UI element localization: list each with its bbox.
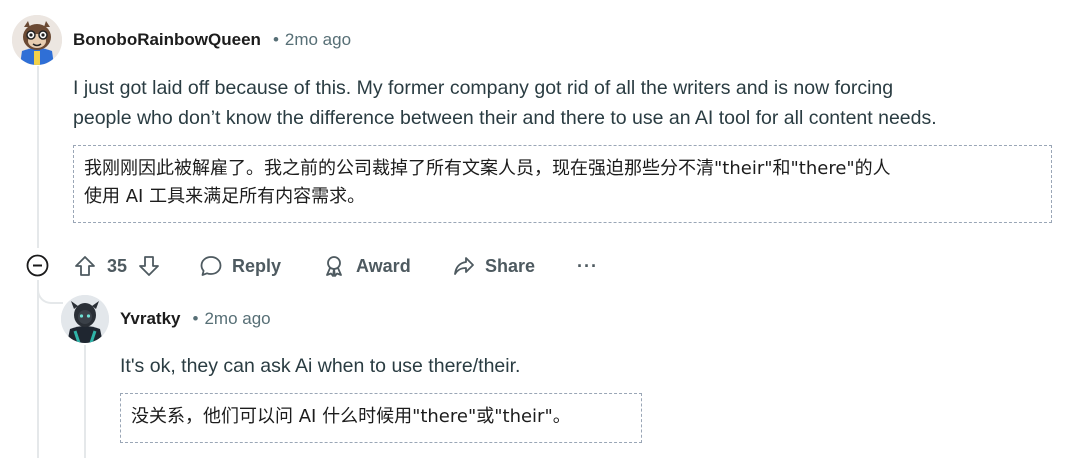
thread-line-lower (37, 280, 39, 458)
reply-avatar[interactable] (61, 295, 109, 343)
vote-controls: 35 (73, 253, 161, 279)
comment-translation-line1: 我刚刚因此被解雇了。我之前的公司裁掉了所有文案人员，现在强迫那些分不清"thei… (84, 158, 891, 179)
share-label: Share (485, 255, 536, 276)
reply-username[interactable]: Yvratky (120, 309, 181, 329)
reply-header: Yvratky • 2mo ago (120, 309, 271, 329)
reply-label: Reply (232, 255, 282, 276)
comment-header: BonoboRainbowQueen • 2mo ago (73, 30, 351, 50)
vote-count: 35 (107, 255, 128, 276)
comment-translation-line2: 使用 AI 工具来满足所有内容需求。 (84, 186, 366, 207)
share-arrow-icon (452, 254, 476, 278)
reply-button[interactable]: Reply (199, 253, 281, 279)
meta-separator: • (192, 309, 199, 328)
reply-timestamp[interactable]: 2mo ago (204, 309, 270, 329)
comment-translation: 我刚刚因此被解雇了。我之前的公司裁掉了所有文案人员，现在强迫那些分不清"thei… (73, 145, 1052, 223)
meta-separator: • (272, 30, 279, 49)
reply-translation-text: 没关系，他们可以问 AI 什么时候用"there"或"their"。 (131, 406, 571, 427)
avatar[interactable] (12, 15, 62, 65)
comment-timestamp[interactable]: 2mo ago (285, 30, 351, 50)
thread-connector (37, 280, 63, 304)
share-button[interactable]: Share (452, 253, 535, 279)
comment-body: I just got laid off because of this. My … (73, 73, 1063, 133)
award-icon (322, 254, 346, 278)
reply-body: It's ok, they can ask Ai when to use the… (120, 355, 521, 377)
comment-body-line2: people who don’t know the difference bet… (73, 107, 937, 129)
arrow-up-icon[interactable] (73, 254, 97, 278)
minus-circle-icon (26, 254, 49, 277)
ellipsis-icon: ··· (577, 255, 598, 276)
thread-line-reply (84, 345, 86, 458)
thread-line-main (37, 66, 39, 248)
comment-body-line1: I just got laid off because of this. My … (73, 77, 894, 99)
arrow-down-icon[interactable] (137, 254, 161, 278)
collapse-button[interactable] (26, 254, 49, 277)
comment-username[interactable]: BonoboRainbowQueen (73, 30, 261, 50)
speech-bubble-icon (199, 254, 223, 278)
more-options-button[interactable]: ··· (577, 253, 598, 279)
award-label: Award (356, 255, 411, 276)
reply-translation: 没关系，他们可以问 AI 什么时候用"there"或"their"。 (120, 393, 642, 443)
award-button[interactable]: Award (322, 253, 411, 279)
